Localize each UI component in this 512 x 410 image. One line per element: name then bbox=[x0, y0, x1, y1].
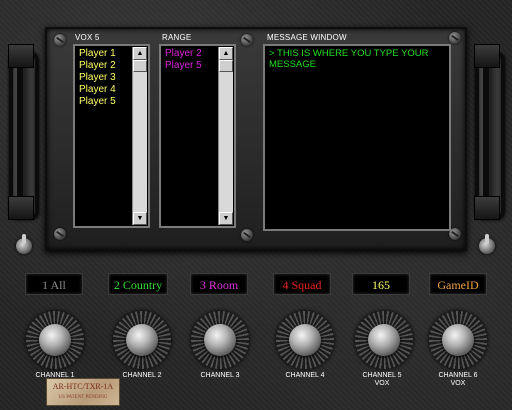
channel-label-sub: VOX bbox=[374, 380, 390, 387]
right-handle-top-bracket bbox=[474, 44, 500, 68]
scroll-down-icon[interactable]: ▼ bbox=[219, 212, 233, 225]
channel-4-knob[interactable] bbox=[276, 311, 334, 369]
player-list-item[interactable]: Player 2 bbox=[77, 60, 116, 72]
channel-5-knob[interactable] bbox=[355, 311, 413, 369]
message-window-label: MESSAGE WINDOW bbox=[267, 33, 347, 42]
left-handle-top-bracket bbox=[8, 44, 34, 68]
range-scrollbar[interactable]: ▲ ▼ bbox=[218, 47, 233, 225]
channel-6-label: CHANNEL 6 VOX bbox=[423, 372, 493, 388]
player-list-item[interactable]: Player 1 bbox=[77, 48, 116, 60]
player-list-item[interactable]: Player 5 bbox=[77, 96, 116, 108]
screw-icon bbox=[54, 34, 66, 46]
screw-icon bbox=[54, 228, 66, 240]
channel-2-display: 2 Country bbox=[108, 273, 168, 295]
message-input[interactable]: > THIS IS WHERE YOU TYPE YOUR MESSAGE bbox=[263, 44, 451, 231]
vox-scrollbar[interactable]: ▲ ▼ bbox=[132, 47, 147, 225]
patent-text: US PATENT PENDING bbox=[58, 395, 108, 400]
model-tag: AR-HTC/TXR-1A US PATENT PENDING bbox=[46, 378, 120, 406]
player-list-item[interactable]: Player 5 bbox=[163, 60, 202, 72]
vox-items: Player 1 Player 2 Player 3 Player 4 Player 5 bbox=[77, 48, 116, 108]
channel-4-label: CHANNEL 4 bbox=[270, 372, 340, 380]
channel-label-line: CHANNEL 3 bbox=[200, 372, 240, 379]
channel-5-label: CHANNEL 5 VOX bbox=[347, 372, 417, 388]
radio-console: VOX 5 Player 1 Player 2 Player 3 Player 4 Pl… bbox=[0, 0, 512, 410]
left-toggle-switch[interactable] bbox=[16, 234, 32, 254]
right-toggle-switch[interactable] bbox=[479, 234, 495, 254]
channel-label-line: CHANNEL 4 bbox=[285, 372, 325, 379]
player-list-item[interactable]: Player 2 bbox=[163, 48, 202, 60]
vox-label: VOX 5 bbox=[75, 33, 100, 42]
channel-3-label: CHANNEL 3 bbox=[185, 372, 255, 380]
vox-player-list[interactable]: Player 1 Player 2 Player 3 Player 4 Player 5… bbox=[73, 44, 150, 228]
scroll-down-icon[interactable]: ▼ bbox=[133, 212, 147, 225]
range-label: RANGE bbox=[162, 33, 192, 42]
screw-icon bbox=[449, 32, 461, 44]
channel-3-display: 3 Room bbox=[190, 273, 248, 295]
right-handle-bottom-bracket bbox=[474, 196, 500, 220]
player-list-item[interactable]: Player 4 bbox=[77, 84, 116, 96]
channel-label-line: CHANNEL 6 bbox=[438, 372, 478, 379]
scroll-thumb[interactable] bbox=[133, 60, 147, 72]
channel-1-display: 1 All bbox=[25, 273, 83, 295]
channel-6-display: GameID bbox=[429, 273, 487, 295]
right-handle bbox=[475, 52, 505, 220]
scroll-up-icon[interactable]: ▲ bbox=[133, 47, 147, 60]
channel-3-knob[interactable] bbox=[191, 311, 249, 369]
left-handle bbox=[9, 52, 39, 220]
channel-label-sub: VOX bbox=[450, 380, 466, 387]
screw-icon bbox=[241, 34, 253, 46]
scroll-thumb[interactable] bbox=[219, 60, 233, 72]
channel-4-display: 4 Squad bbox=[273, 273, 331, 295]
player-list-item[interactable]: Player 3 bbox=[77, 72, 116, 84]
message-text: > THIS IS WHERE YOU TYPE YOUR MESSAGE bbox=[269, 48, 429, 70]
range-player-list[interactable]: Player 2 Player 5 ▲ ▼ bbox=[159, 44, 236, 228]
channel-2-knob[interactable] bbox=[113, 311, 171, 369]
scroll-up-icon[interactable]: ▲ bbox=[219, 47, 233, 60]
model-number: AR-HTC/TXR-1A bbox=[52, 382, 114, 391]
screw-icon bbox=[241, 229, 253, 241]
range-items: Player 2 Player 5 bbox=[163, 48, 202, 72]
channel-1-knob[interactable] bbox=[26, 311, 84, 369]
channel-label-line: CHANNEL 5 bbox=[362, 372, 402, 379]
channel-5-display: 165 bbox=[352, 273, 410, 295]
left-handle-bottom-bracket bbox=[8, 196, 34, 220]
channel-6-knob[interactable] bbox=[429, 311, 487, 369]
